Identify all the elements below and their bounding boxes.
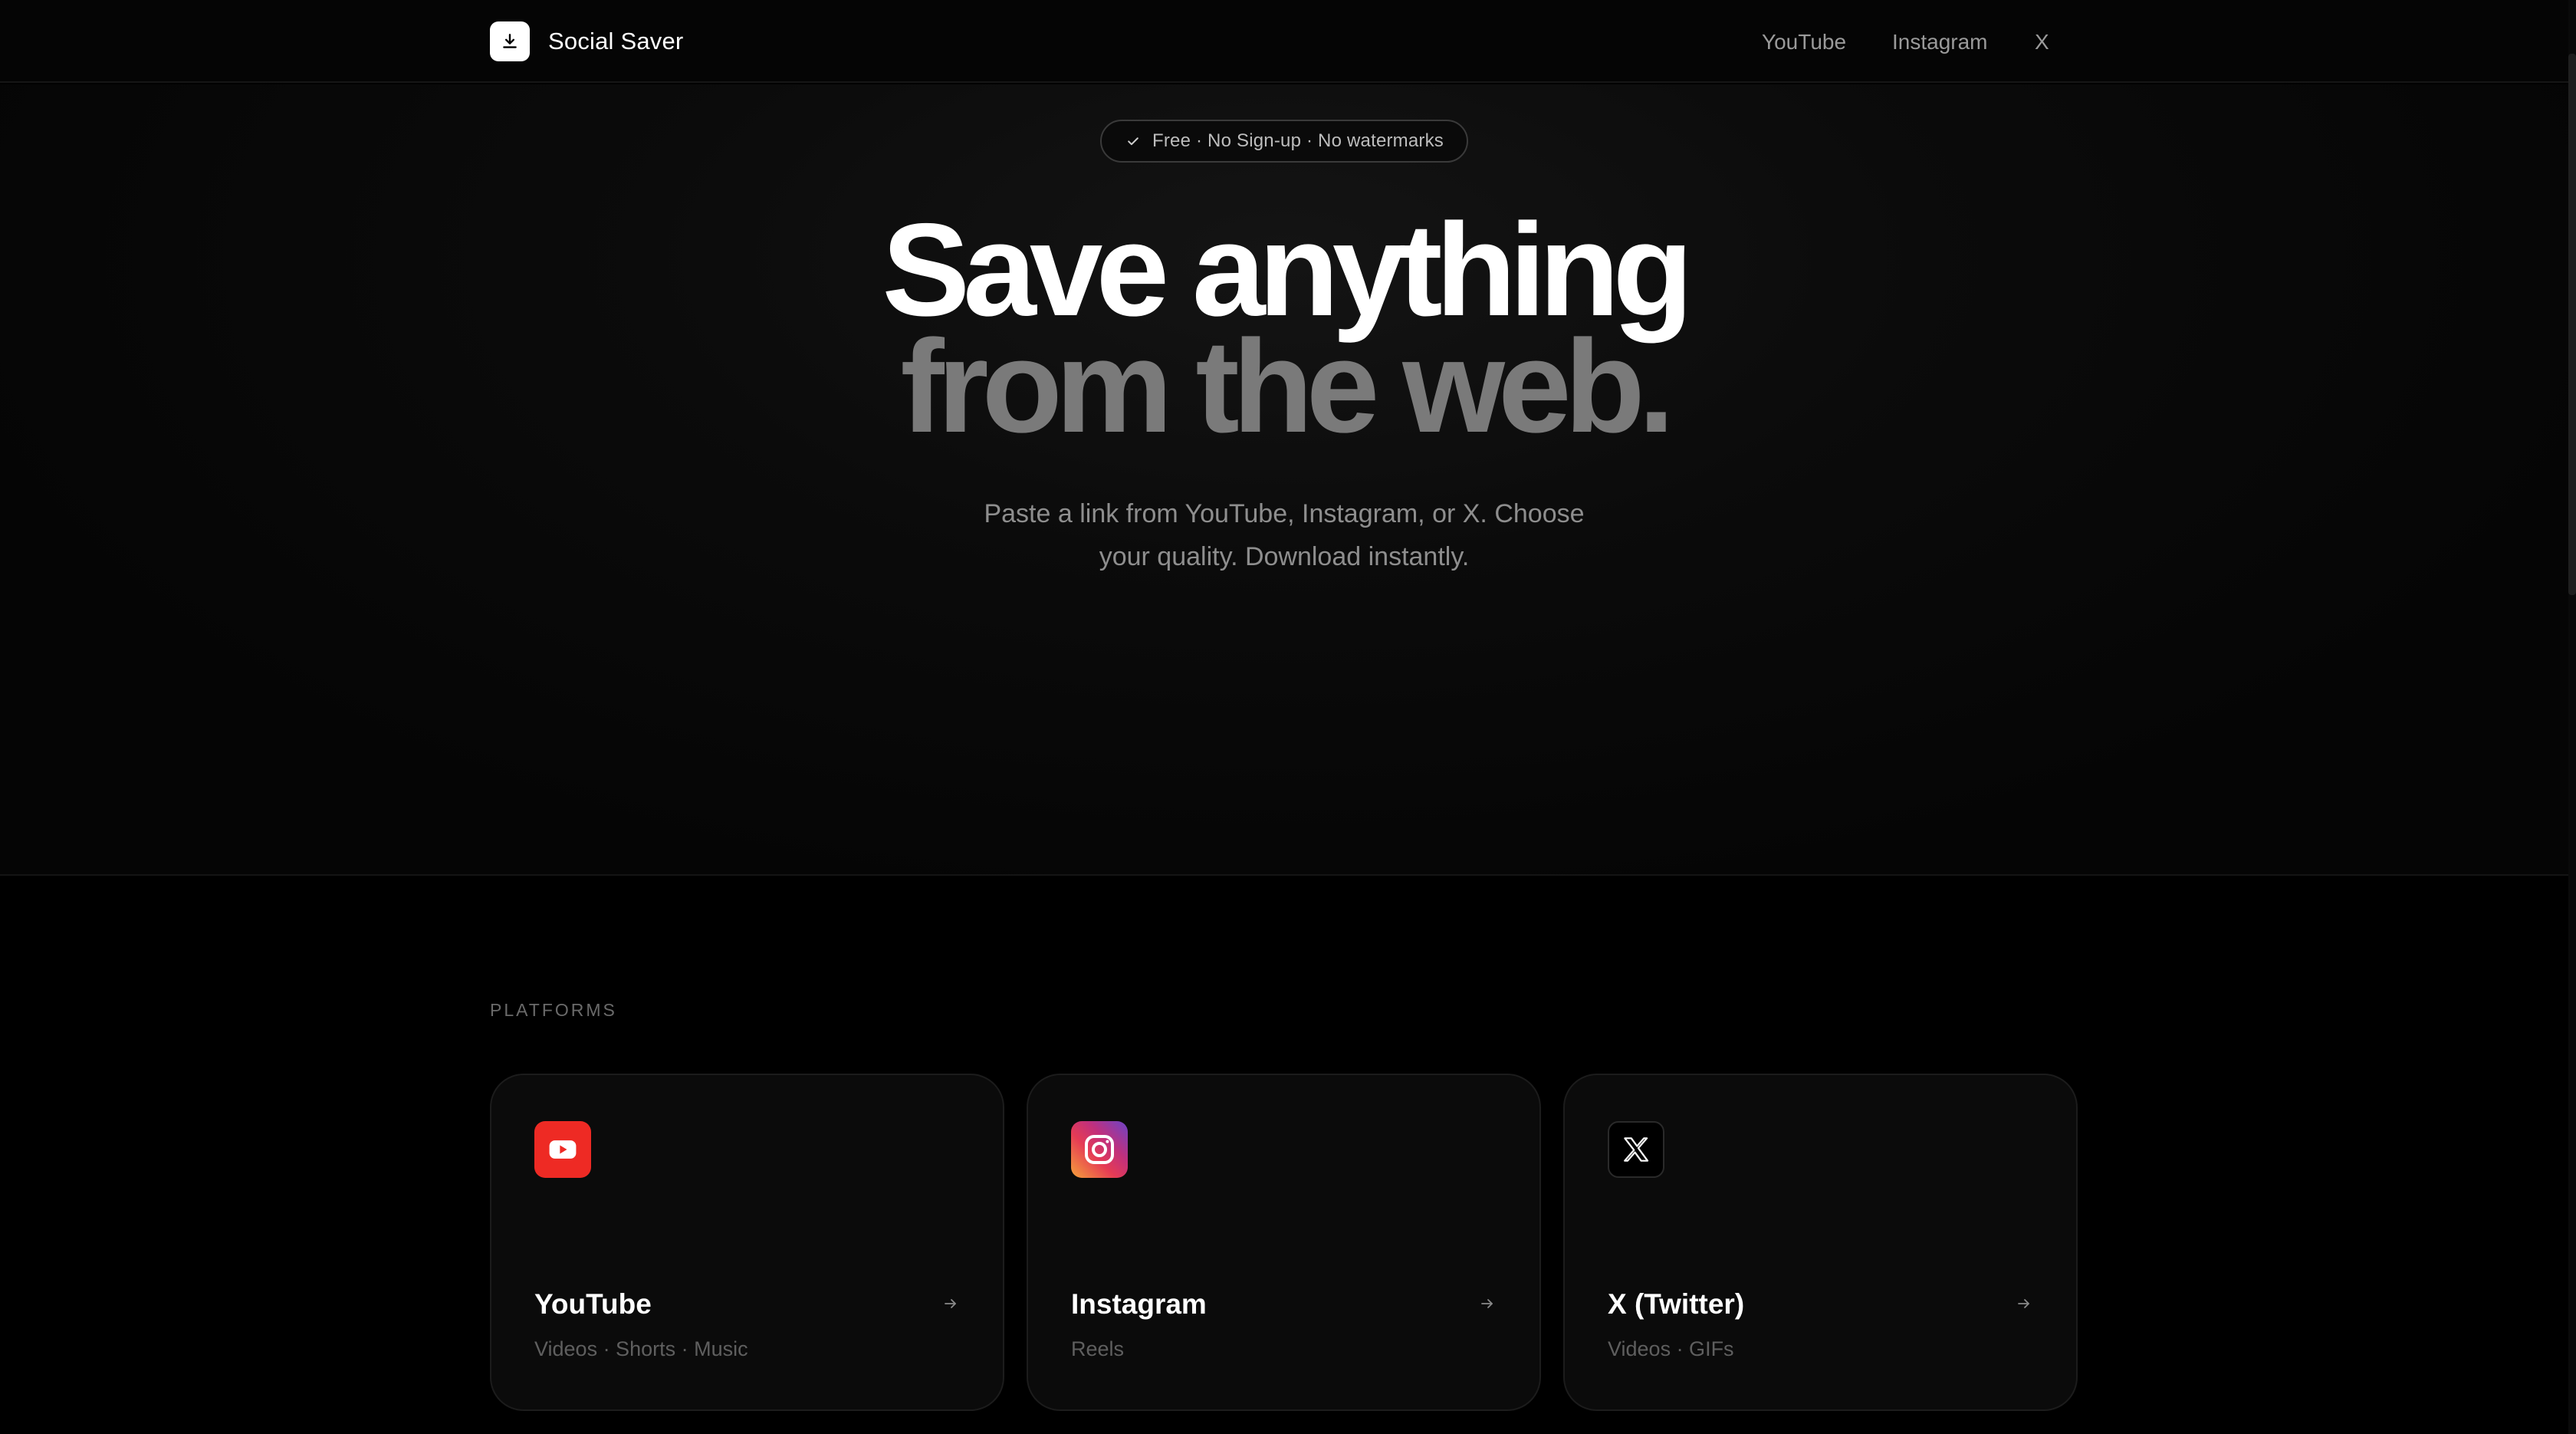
platform-card-x[interactable]: X (Twitter) Videos · GIFs (1563, 1074, 2078, 1411)
features-badge: Free · No Sign-up · No watermarks (1100, 120, 1468, 163)
top-navbar: Social Saver YouTube Instagram X (0, 0, 2568, 83)
check-icon (1125, 133, 1142, 150)
platform-card-youtube[interactable]: YouTube Videos · Shorts · Music (490, 1074, 1004, 1411)
hero-headline: Save anything from the web. (0, 196, 2568, 460)
platform-card-title: Instagram (1071, 1288, 1207, 1320)
scrollbar-track[interactable] (2568, 0, 2576, 1434)
scrollbar-thumb[interactable] (2568, 54, 2576, 595)
youtube-icon (534, 1121, 591, 1178)
headline-line-1: Save anything (882, 196, 1693, 344)
platform-card-subtitle: Videos · Shorts · Music (534, 1337, 748, 1360)
platform-card-subtitle: Videos · GIFs (1608, 1337, 1734, 1360)
features-badge-text: Free · No Sign-up · No watermarks (1152, 130, 1444, 151)
platform-card-title: YouTube (534, 1288, 652, 1320)
x-logo-icon (1608, 1121, 1664, 1178)
platforms-section-label: PLATFORMS (490, 1000, 617, 1020)
main-nav: YouTube Instagram X (0, 21, 2568, 61)
platform-card-instagram[interactable]: Instagram Reels (1027, 1074, 1541, 1411)
nav-link-x[interactable]: X (2035, 31, 2049, 54)
arrow-right-icon (940, 1293, 961, 1314)
arrow-right-icon (1477, 1293, 1498, 1314)
platform-card-subtitle: Reels (1071, 1337, 1125, 1360)
nav-link-instagram[interactable]: Instagram (1892, 31, 1988, 54)
nav-link-youtube[interactable]: YouTube (1762, 31, 1846, 54)
hero-subtitle: Paste a link from YouTube, Instagram, or… (984, 499, 1585, 571)
hero-section: Free · No Sign-up · No watermarks Save a… (0, 84, 2568, 876)
page: Social Saver YouTube Instagram X Free · … (0, 0, 2576, 1434)
platform-card-title: X (Twitter) (1608, 1288, 1745, 1320)
instagram-icon (1071, 1121, 1128, 1178)
headline-line-2: from the web. (900, 313, 1674, 460)
arrow-right-icon (2013, 1293, 2035, 1314)
